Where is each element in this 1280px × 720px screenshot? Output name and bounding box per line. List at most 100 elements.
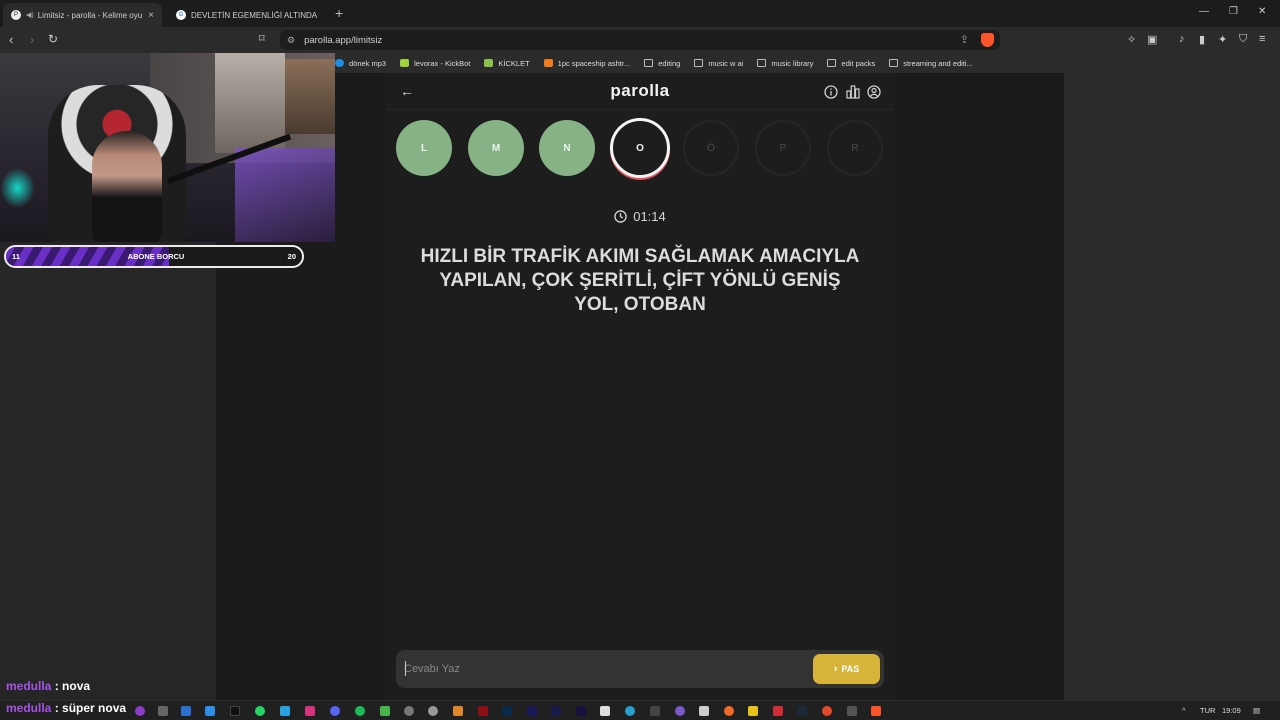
bookmark-donek-mp3[interactable]: dönek mp3: [335, 59, 386, 68]
app-icon[interactable]: [650, 706, 660, 716]
notification-icon[interactable]: ▤: [1253, 706, 1260, 715]
app-icon[interactable]: [675, 706, 685, 716]
site-settings-icon[interactable]: ⚙: [287, 35, 295, 46]
stream-overlay-panel: [0, 242, 216, 700]
app-icon[interactable]: [158, 706, 168, 716]
new-tab-button[interactable]: +: [335, 5, 343, 21]
app-icon[interactable]: [773, 706, 783, 716]
clock[interactable]: 19:09: [1222, 706, 1241, 715]
sidebar-icon[interactable]: ▮: [1199, 33, 1205, 46]
letter-circle: N: [539, 120, 595, 176]
premiere-icon[interactable]: [576, 706, 586, 716]
spotify-icon[interactable]: [355, 706, 365, 716]
kicklet-icon: [484, 59, 494, 67]
folder-icon: [644, 59, 654, 67]
page-margin-right: [894, 73, 1064, 700]
bookmarks-bar: dönek mp3 levorax - KickBot KİCKLET 1pc …: [335, 53, 1280, 73]
tray-chevron-icon[interactable]: ^: [1182, 706, 1186, 715]
app-icon[interactable]: [748, 706, 758, 716]
brave-shields-icon[interactable]: [981, 33, 994, 47]
sub-goal-target: 20: [287, 252, 296, 261]
app-icon[interactable]: [847, 706, 857, 716]
illustrator-icon[interactable]: [478, 706, 488, 716]
taskbar: ^ TUR 19:09 ▤: [0, 700, 1280, 720]
screen: P ◀) Limitsiz - parolla - Kelime oyu × G…: [0, 0, 1280, 720]
minimize-icon[interactable]: —: [1199, 6, 1209, 17]
tab-title: DEVLETİN EGEMENLİĞİ ALTINDA BU: [191, 10, 318, 20]
restore-icon[interactable]: ❐: [1229, 6, 1238, 17]
letter-circle: L: [396, 120, 452, 176]
instagram-icon[interactable]: [305, 706, 315, 716]
app-icon[interactable]: [181, 706, 191, 716]
profile-icon[interactable]: [867, 85, 881, 99]
after-effects-icon[interactable]: [551, 706, 561, 716]
bookmark-label: 1pc spaceship ashtr...: [557, 58, 631, 68]
menu-icon[interactable]: ≡: [1259, 33, 1265, 45]
whatsapp-icon[interactable]: [255, 706, 265, 716]
edge-icon: [335, 59, 344, 67]
bookmark-kicklet[interactable]: KİCKLET: [484, 58, 530, 68]
subscriber-goal-bar: ABONE BORCU 11 20: [4, 245, 304, 268]
bookmark-folder-music-library[interactable]: music library: [757, 59, 813, 68]
google-favicon-icon: G: [176, 10, 186, 20]
reload-icon[interactable]: ↻: [48, 32, 58, 46]
discord-icon[interactable]: [330, 706, 340, 716]
app-icon[interactable]: [822, 706, 832, 716]
app-icon[interactable]: [380, 706, 390, 716]
webcam-light: [235, 148, 335, 242]
bookmark-label: KİCKLET: [498, 58, 530, 68]
sub-goal-label: ABONE BORCU: [127, 252, 185, 261]
photoshop-icon[interactable]: [502, 706, 512, 716]
letter-circle: R: [827, 120, 883, 176]
clock-icon: [614, 210, 627, 223]
bookmark-folder-edit-packs[interactable]: edit packs: [827, 59, 875, 68]
info-icon[interactable]: [824, 85, 838, 99]
bookmark-folder-streaming[interactable]: streaming and editi...: [889, 59, 973, 68]
media-encoder-icon[interactable]: [527, 706, 537, 716]
text-caret: [405, 661, 406, 676]
tab-google[interactable]: G DEVLETİN EGEMENLİĞİ ALTINDA BU: [168, 3, 326, 27]
bookmark-folder-music-w-ai[interactable]: music w ai: [694, 59, 743, 68]
close-window-icon[interactable]: ✕: [1258, 6, 1266, 17]
answer-input[interactable]: [404, 659, 804, 679]
app-icon[interactable]: [453, 706, 463, 716]
app-icon[interactable]: [404, 706, 414, 716]
app-icon[interactable]: [135, 706, 145, 716]
share-icon[interactable]: ⇪: [960, 33, 969, 46]
vpn-icon[interactable]: ⛉: [1239, 33, 1247, 46]
url-text[interactable]: parolla.app/limitsiz: [304, 35, 382, 46]
bookmark-spaceship[interactable]: 1pc spaceship ashtr...: [543, 58, 631, 68]
stats-icon[interactable]: [846, 85, 860, 99]
bookmark-icon[interactable]: ⌑: [259, 32, 265, 45]
forward-icon[interactable]: ›: [30, 32, 34, 47]
app-icon[interactable]: [699, 706, 709, 716]
address-bar[interactable]: ⚙ parolla.app/limitsiz ⇪: [280, 30, 1000, 50]
chat-message: medulla : süper nova: [6, 701, 126, 715]
brave-icon[interactable]: [871, 706, 881, 716]
language-indicator[interactable]: TUR: [1200, 706, 1215, 715]
steam-icon[interactable]: [797, 706, 807, 716]
app-icon[interactable]: [625, 706, 635, 716]
tiktok-icon[interactable]: [230, 706, 240, 716]
app-icon[interactable]: [724, 706, 734, 716]
tab-parolla[interactable]: P ◀) Limitsiz - parolla - Kelime oyu ×: [3, 3, 162, 27]
back-icon[interactable]: ‹: [9, 32, 13, 47]
speaker-icon[interactable]: ◀): [26, 11, 34, 19]
browser-tab-bar: P ◀) Limitsiz - parolla - Kelime oyu × G…: [0, 0, 1280, 27]
music-icon[interactable]: ♪: [1179, 33, 1185, 45]
telegram-icon[interactable]: [280, 706, 290, 716]
leo-ai-icon[interactable]: ✦: [1218, 33, 1227, 46]
app-icon[interactable]: [205, 706, 215, 716]
bookmark-label: dönek mp3: [349, 58, 387, 68]
timer: 01:14: [386, 209, 894, 224]
bookmark-folder-editing[interactable]: editing: [644, 59, 680, 68]
bookmark-kickbot[interactable]: levorax - KickBot: [400, 59, 470, 68]
app-icon[interactable]: [600, 706, 610, 716]
game-logo: parolla: [610, 81, 670, 100]
app-icon[interactable]: [428, 706, 438, 716]
extensions-icon[interactable]: ✧: [1127, 33, 1136, 46]
wallet-icon[interactable]: ▣: [1147, 33, 1157, 46]
game-header: ← parolla: [386, 73, 894, 110]
pas-button[interactable]: › PAS: [813, 654, 880, 684]
close-tab-icon[interactable]: ×: [148, 10, 154, 21]
